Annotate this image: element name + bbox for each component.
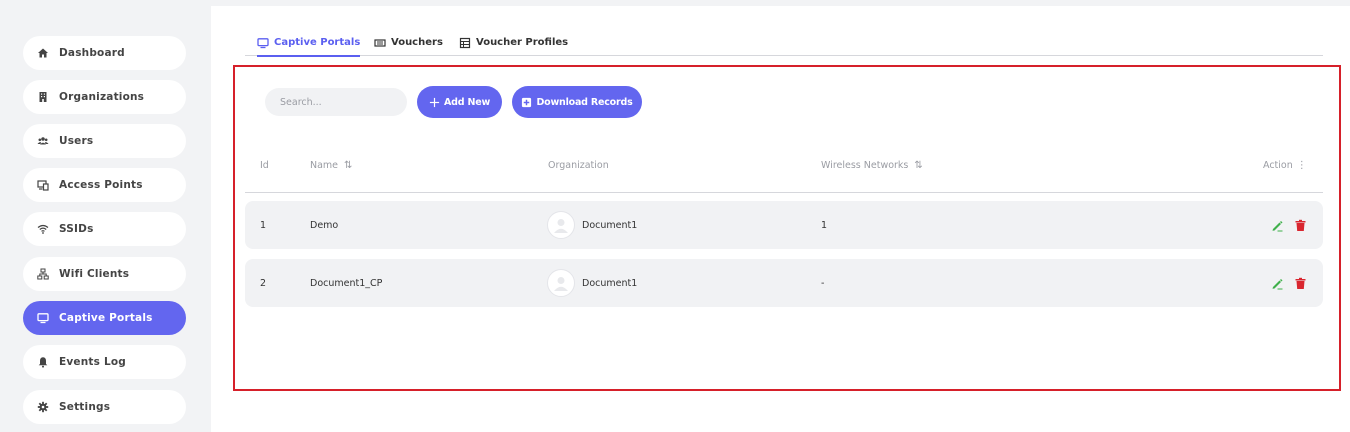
sidebar-item-label: Settings (59, 401, 111, 413)
pencil-icon (1272, 220, 1283, 231)
tab-label: Voucher Profiles (476, 37, 569, 48)
edit-button[interactable] (1271, 259, 1284, 307)
sidebar-item-organizations[interactable]: Organizations (23, 80, 186, 114)
tab-bar: Captive Portals Vouchers Voucher Profile… (245, 29, 1323, 57)
plus-square-icon (522, 97, 532, 107)
sidebar-item-settings[interactable]: Settings (23, 390, 186, 424)
header-label: Wireless Networks (821, 160, 909, 171)
table-row: 2 Document1_CP Document1 - (245, 259, 1323, 307)
header-label: Action (1263, 160, 1293, 171)
organization-name: Document1 (582, 219, 638, 231)
cell-id: 1 (260, 219, 267, 231)
sidebar-item-events-log[interactable]: Events Log (23, 345, 186, 379)
sidebar-item-wifi-clients[interactable]: Wifi Clients (23, 257, 186, 291)
building-icon (36, 90, 50, 104)
sort-icon[interactable]: ⇅ (914, 160, 922, 171)
sidebar: Dashboard Organizations Users Access Poi… (0, 6, 211, 432)
vertical-dots-icon[interactable]: ⋮ (1297, 160, 1307, 171)
column-header-name[interactable]: Name ⇅ (310, 160, 352, 171)
wifi-icon (36, 222, 50, 236)
column-header-action: Action ⋮ (1263, 160, 1307, 171)
tab-captive-portals[interactable]: Captive Portals (257, 29, 361, 57)
column-header-id: Id (260, 160, 269, 171)
users-icon (36, 134, 50, 148)
gear-icon (36, 400, 50, 414)
monitor-icon (257, 37, 269, 48)
sidebar-item-label: Events Log (59, 356, 126, 368)
sidebar-item-access-points[interactable]: Access Points (23, 168, 186, 202)
column-header-organization: Organization (548, 160, 609, 171)
cell-name: Document1_CP (310, 277, 383, 289)
cell-wireless-networks: - (821, 277, 825, 289)
header-label: Name (310, 160, 339, 171)
add-new-label: Add New (443, 96, 491, 108)
access-point-icon (36, 178, 50, 192)
ticket-icon (374, 38, 386, 47)
download-records-label: Download Records (536, 96, 633, 108)
tab-label: Vouchers (391, 37, 443, 48)
monitor-icon (36, 311, 50, 325)
sidebar-item-ssids[interactable]: SSIDs (23, 212, 186, 246)
delete-button[interactable] (1294, 201, 1307, 249)
sidebar-item-label: Organizations (59, 91, 145, 103)
header-label: Id (260, 160, 269, 171)
tab-label: Captive Portals (274, 37, 361, 48)
cell-organization: Document1 (547, 201, 637, 249)
table-icon (459, 37, 471, 48)
add-new-button[interactable]: Add New (417, 86, 502, 118)
download-records-button[interactable]: Download Records (512, 86, 642, 118)
avatar (547, 269, 575, 297)
sidebar-item-label: SSIDs (59, 223, 94, 235)
organization-name: Document1 (582, 277, 638, 289)
trash-icon (1295, 277, 1306, 289)
home-icon (36, 46, 50, 60)
table-row: 1 Demo Document1 1 (245, 201, 1323, 249)
tab-vouchers[interactable]: Vouchers (374, 29, 443, 56)
column-header-wireless-networks[interactable]: Wireless Networks ⇅ (821, 160, 923, 171)
bell-icon (36, 355, 50, 369)
cell-wireless-networks: 1 (821, 219, 828, 231)
header-divider (245, 192, 1323, 193)
sidebar-item-dashboard[interactable]: Dashboard (23, 36, 186, 70)
sidebar-item-users[interactable]: Users (23, 124, 186, 158)
tab-voucher-profiles[interactable]: Voucher Profiles (459, 29, 568, 56)
sort-icon[interactable]: ⇅ (344, 160, 352, 171)
sidebar-item-label: Wifi Clients (59, 268, 130, 280)
search-input[interactable] (265, 88, 407, 116)
sidebar-item-captive-portals[interactable]: Captive Portals (23, 301, 186, 335)
trash-icon (1295, 219, 1306, 231)
plus-icon (429, 97, 440, 107)
edit-button[interactable] (1271, 201, 1284, 249)
sidebar-item-label: Dashboard (59, 47, 125, 59)
avatar (547, 211, 575, 239)
cell-id: 2 (260, 277, 267, 289)
cell-name: Demo (310, 219, 339, 231)
delete-button[interactable] (1294, 259, 1307, 307)
cell-organization: Document1 (547, 259, 637, 307)
pencil-icon (1272, 278, 1283, 289)
network-icon (36, 267, 50, 281)
sidebar-item-label: Users (59, 135, 94, 147)
sidebar-item-label: Captive Portals (59, 312, 153, 324)
sidebar-item-label: Access Points (59, 179, 143, 191)
header-label: Organization (548, 160, 609, 171)
